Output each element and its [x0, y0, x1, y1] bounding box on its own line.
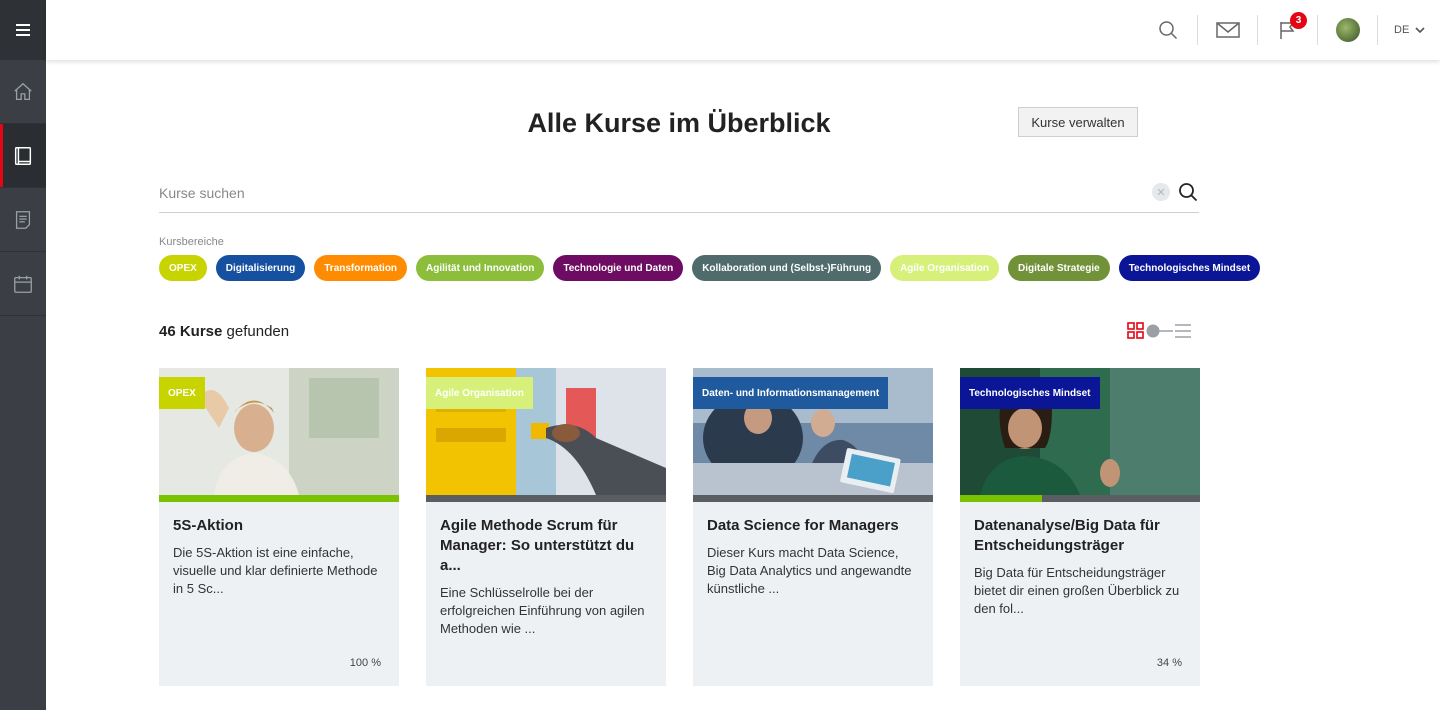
- notes-icon: [15, 210, 31, 229]
- course-card[interactable]: Agile Organisation Agile Methode Scrum f…: [426, 368, 666, 686]
- clear-icon[interactable]: ✕: [1152, 183, 1170, 201]
- course-category-tag: Agile Organisation: [426, 377, 533, 409]
- course-title[interactable]: Agile Methode Scrum für Manager: So unte…: [440, 516, 652, 576]
- header-actions: 3 DE: [1138, 0, 1440, 60]
- course-category-tag: Daten- und Informationsmanagement: [693, 377, 889, 409]
- header-search-button[interactable]: [1138, 0, 1197, 60]
- course-category-tag: OPEX: [159, 377, 205, 409]
- toggle-switch-icon[interactable]: [1144, 323, 1174, 339]
- course-description: Eine Schlüsselrolle bei der erfolgreiche…: [440, 585, 645, 636]
- sidebar-item-calendar[interactable]: [0, 252, 46, 316]
- book-icon: [14, 146, 32, 165]
- category-chip[interactable]: Agilität und Innovation: [416, 255, 545, 281]
- grid-view-icon[interactable]: [1127, 322, 1144, 339]
- course-image: Agile Organisation: [426, 368, 666, 495]
- sidebar-item-courses[interactable]: [0, 124, 46, 188]
- chevron-down-icon: [1415, 26, 1425, 33]
- search-submit-button[interactable]: [1178, 182, 1198, 207]
- top-header: 3 DE: [46, 0, 1440, 60]
- course-title[interactable]: Data Science for Managers: [707, 516, 919, 536]
- progress-bar: [426, 495, 666, 502]
- course-grid: OPEX 5S-Aktion Die 5S-Aktion ist eine ei…: [159, 368, 1200, 686]
- progress-percent: 34 %: [1156, 657, 1182, 669]
- manage-courses-button[interactable]: Kurse verwalten: [1018, 107, 1138, 137]
- profile-button[interactable]: [1318, 0, 1377, 60]
- course-category-tag: Technologisches Mindset: [960, 377, 1100, 409]
- view-toggle[interactable]: [1127, 322, 1192, 339]
- results-count: 46 Kurse: [159, 323, 223, 340]
- category-chip[interactable]: Kollaboration und (Selbst-)Führung: [692, 255, 882, 281]
- course-description: Big Data für Entscheidungsträger bietet …: [974, 565, 1180, 616]
- course-title[interactable]: Datenanalyse/Big Data für Entscheidungst…: [974, 516, 1186, 556]
- category-chip[interactable]: Digitale Strategie: [1007, 255, 1110, 281]
- home-icon: [14, 82, 32, 100]
- sidebar: [0, 0, 46, 710]
- category-chip[interactable]: Technologie und Daten: [553, 255, 684, 281]
- sidebar-item-home[interactable]: [0, 60, 46, 124]
- course-search: ✕: [159, 175, 1199, 213]
- course-title[interactable]: 5S-Aktion: [173, 516, 385, 536]
- progress-fill: [960, 495, 1042, 502]
- course-title-block: Agile Methode Scrum für Manager: So unte…: [440, 516, 652, 638]
- progress-fill: [159, 495, 399, 502]
- calendar-icon: [14, 275, 32, 293]
- language-label: DE: [1394, 24, 1410, 36]
- hamburger-icon: [16, 24, 30, 36]
- search-icon: [1179, 183, 1198, 202]
- course-image: OPEX: [159, 368, 399, 495]
- course-card[interactable]: Technologisches Mindset Datenanalyse/Big…: [960, 368, 1200, 686]
- category-chip[interactable]: Agile Organisation: [890, 255, 999, 281]
- sidebar-item-notes[interactable]: [0, 188, 46, 252]
- course-title-block: 5S-Aktion Die 5S-Aktion ist eine einfach…: [173, 516, 385, 598]
- progress-bar: [960, 495, 1200, 502]
- course-card[interactable]: Daten- und Informationsmanagement Data S…: [693, 368, 933, 686]
- progress-bar: [159, 495, 399, 502]
- course-image: Technologisches Mindset: [960, 368, 1200, 495]
- language-selector[interactable]: DE: [1378, 0, 1440, 60]
- menu-toggle-button[interactable]: [0, 0, 46, 60]
- progress-percent: 100 %: [349, 657, 381, 669]
- course-image: Daten- und Informationsmanagement: [693, 368, 933, 495]
- search-input[interactable]: [159, 183, 1139, 203]
- course-card[interactable]: OPEX 5S-Aktion Die 5S-Aktion ist eine ei…: [159, 368, 399, 686]
- mail-icon: [1215, 22, 1240, 38]
- notification-badge: 3: [1290, 12, 1307, 29]
- course-description: Dieser Kurs macht Data Science, Big Data…: [707, 545, 912, 596]
- messages-button[interactable]: [1198, 0, 1257, 60]
- course-description: Die 5S-Aktion ist eine einfache, visuell…: [173, 545, 378, 596]
- filter-label: Kursbereiche: [159, 236, 224, 248]
- category-chip[interactable]: Digitalisierung: [215, 255, 306, 281]
- category-chip[interactable]: OPEX: [159, 255, 207, 281]
- list-view-icon[interactable]: [1174, 323, 1192, 339]
- progress-bar: [693, 495, 933, 502]
- course-title-block: Data Science for Managers Dieser Kurs ma…: [707, 516, 919, 598]
- search-icon: [1158, 21, 1177, 40]
- avatar: [1335, 18, 1360, 42]
- category-chip[interactable]: Technologisches Mindset: [1118, 255, 1261, 281]
- category-chip[interactable]: Transformation: [314, 255, 408, 281]
- category-filters: OPEX Digitalisierung Transformation Agilitä…: [159, 255, 1261, 281]
- results-summary: 46 Kurse gefunden: [159, 323, 289, 340]
- notifications-button[interactable]: 3: [1258, 0, 1317, 60]
- results-suffix: gefunden: [222, 323, 290, 340]
- course-title-block: Datenanalyse/Big Data für Entscheidungst…: [974, 516, 1186, 618]
